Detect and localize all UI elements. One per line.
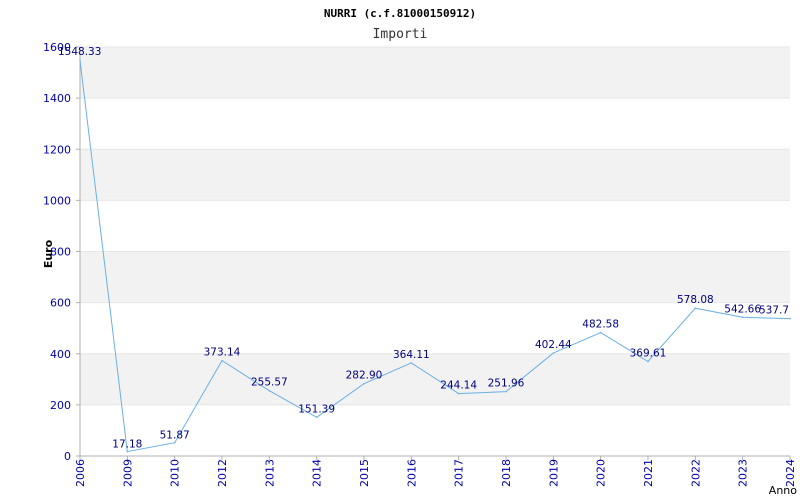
- data-point: [552, 352, 555, 354]
- data-label: 578.08: [677, 294, 714, 306]
- x-tick-label: 2018: [500, 459, 513, 487]
- y-tick-label: 1200: [43, 143, 71, 156]
- x-tick-label: 2016: [405, 459, 418, 487]
- x-tick-label: 2024: [784, 459, 797, 487]
- data-label: 255.57: [251, 377, 288, 389]
- data-label: 51.87: [160, 430, 190, 442]
- data-point: [599, 331, 602, 334]
- x-tick-label: 2017: [453, 459, 466, 487]
- data-point: [79, 59, 81, 62]
- data-point: [268, 389, 271, 392]
- grid-band: [80, 98, 790, 150]
- x-tick-label: 2020: [595, 459, 608, 487]
- x-tick-label: 2006: [74, 459, 87, 487]
- grid-band: [80, 200, 790, 252]
- x-tick-label: 2023: [737, 459, 750, 487]
- grid-band: [80, 47, 790, 99]
- data-point: [315, 416, 318, 419]
- data-label: 251.96: [488, 378, 525, 390]
- y-tick-label: 1400: [43, 92, 71, 105]
- data-label: 402.44: [535, 339, 572, 351]
- data-point: [173, 441, 176, 444]
- x-tick-labels: 2006 2009 2010 2012 2013 2014 2015 2016 2017 2018…: [74, 459, 797, 487]
- x-tick-label: 2019: [547, 459, 560, 487]
- x-tick-label: 2022: [689, 459, 702, 487]
- x-axis-title: Anno: [769, 484, 797, 497]
- data-label: 542.66: [724, 303, 761, 315]
- chart: NURRI (c.f.81000150912) Importi 0 200 400 6…: [0, 0, 800, 500]
- chart-subtitle: Importi: [373, 27, 428, 42]
- x-tick-label: 2013: [263, 459, 276, 487]
- data-point: [221, 359, 223, 362]
- data-point: [126, 450, 129, 453]
- grid-band: [80, 353, 790, 405]
- data-point: [694, 307, 697, 310]
- data-point: [505, 390, 507, 393]
- data-point: [363, 382, 365, 385]
- data-label: 1548.33: [58, 46, 101, 58]
- x-tick-label: 2014: [311, 459, 324, 487]
- data-label: 482.58: [582, 319, 619, 331]
- x-tick-label: 2021: [642, 459, 655, 487]
- data-point: [741, 316, 744, 319]
- x-tick-label: 2012: [216, 459, 229, 487]
- data-label: 537.7: [759, 305, 789, 317]
- data-label: 17.18: [112, 439, 142, 451]
- y-tick-label: 400: [50, 348, 71, 361]
- y-tick-label: 600: [50, 297, 71, 310]
- data-point: [647, 360, 649, 363]
- data-label: 369.61: [630, 348, 667, 360]
- grid-bands: [80, 46, 790, 457]
- data-label: 373.14: [204, 347, 241, 359]
- line-chart: NURRI (c.f.81000150912) Importi 0 200 400 6…: [42, 7, 797, 497]
- y-tick-label: 200: [50, 399, 71, 412]
- data-label: 244.14: [440, 380, 477, 392]
- data-label: 282.90: [346, 370, 383, 382]
- x-tick-label: 2009: [121, 459, 134, 487]
- y-axis-title: Euro: [42, 239, 55, 268]
- y-tick-label: 1000: [43, 194, 71, 207]
- grid-band: [80, 302, 790, 354]
- data-label: 151.39: [298, 403, 335, 415]
- x-tick-label: 2015: [358, 459, 371, 487]
- data-point: [789, 317, 791, 320]
- chart-title: NURRI (c.f.81000150912): [324, 7, 476, 20]
- x-tick-label: 2010: [169, 459, 182, 487]
- data-label: 364.11: [393, 349, 430, 361]
- grid-band: [80, 149, 790, 201]
- data-point: [410, 362, 413, 364]
- y-tick-label: 0: [64, 450, 71, 463]
- data-point: [457, 392, 460, 395]
